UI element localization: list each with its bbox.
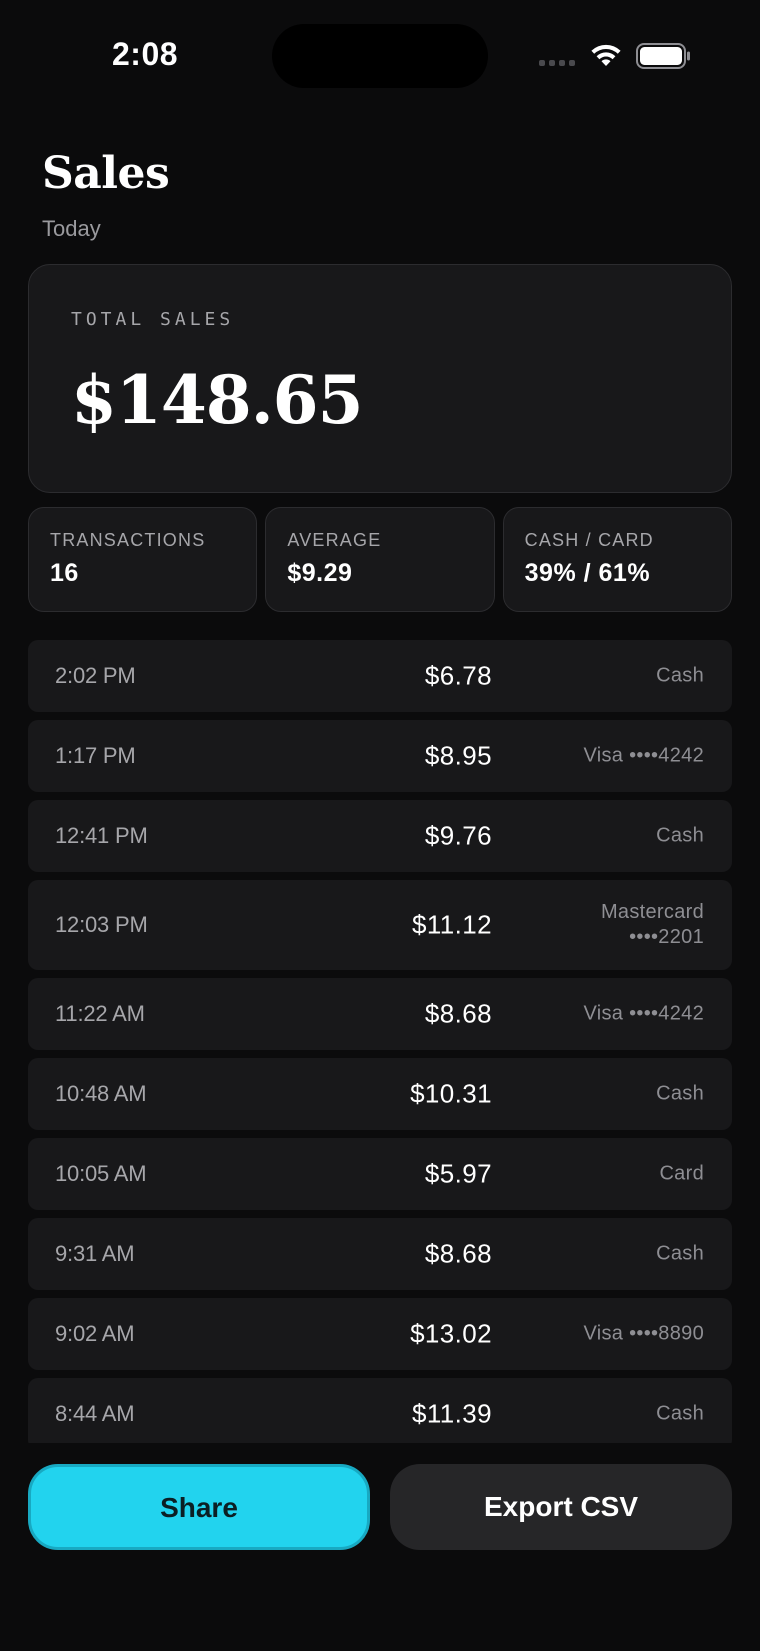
payment-method-line: Visa ••••8890 [583,1322,704,1345]
transaction-row[interactable]: 10:05 AM $5.97 Card [28,1138,732,1210]
stat-label: AVERAGE [287,530,382,550]
transaction-row[interactable]: 12:03 PM $11.12 Mastercard ••••2201 [28,880,732,970]
sales-screen: 2:08 Sales Today TOTAL SALES $148.65 TRA… [0,0,760,1651]
stat-label: TRANSACTIONS [50,530,206,550]
transaction-amount: $5.97 [424,1158,492,1189]
total-sales-card: TOTAL SALES $148.65 [28,264,732,493]
transaction-time: 2:02 PM [55,663,136,688]
transaction-amount: $6.78 [424,660,492,691]
stat-label: CASH / CARD [524,530,654,550]
transaction-amount: $11.39 [412,1398,492,1429]
transaction-time: 10:05 AM [55,1161,147,1186]
transaction-time: 12:41 PM [55,823,148,848]
stat-average: AVERAGE $9.29 [265,507,495,612]
page-subtitle: Today [42,216,101,241]
export-csv-button[interactable]: Export CSV [390,1464,732,1550]
transaction-row[interactable]: 9:02 AM $13.02 Visa ••••8890 [28,1298,732,1370]
transaction-row[interactable]: 8:44 AM $11.39 Cash [28,1378,732,1443]
total-sales-value: $148.65 [71,361,364,439]
transaction-payment-method: Visa ••••4242 [583,1002,704,1027]
payment-method-line: Cash [656,1402,704,1425]
transaction-time: 10:48 AM [55,1081,147,1106]
transaction-amount: $8.95 [424,740,492,771]
wifi-icon [591,44,621,66]
transaction-payment-method: Cash [656,824,704,849]
transaction-payment-method: Cash [656,664,704,689]
share-button[interactable]: Share [28,1464,370,1550]
transaction-payment-method: Visa ••••8890 [583,1322,704,1347]
transaction-row[interactable]: 9:31 AM $8.68 Cash [28,1218,732,1290]
payment-method-line: ••••2201 [629,926,704,948]
stat-value: 16 [50,559,79,587]
stats-row: TRANSACTIONS 16 AVERAGE $9.29 CASH / CAR… [28,507,732,612]
transaction-payment-method: Visa ••••4242 [583,744,704,769]
transaction-amount: $11.12 [412,909,492,940]
transaction-amount: $9.76 [424,820,492,851]
transaction-time: 11:22 AM [55,1001,145,1026]
payment-method-line: Cash [656,824,704,847]
stat-value: $9.29 [287,559,353,587]
cellular-signal-icon [539,60,575,66]
payment-method-line: Card [659,1162,704,1185]
transaction-time: 8:44 AM [55,1401,135,1426]
transactions-list[interactable]: 2:02 PM $6.78 Cash 1:17 PM $8.95 Visa ••••424… [28,640,732,1443]
transaction-payment-method: Cash [656,1082,704,1107]
transaction-time: 1:17 PM [55,743,136,768]
bottom-action-bar: Share Export CSV [0,1443,760,1651]
transaction-row[interactable]: 11:22 AM $8.68 Visa ••••4242 [28,978,732,1050]
battery-icon [636,43,690,69]
transaction-payment-method: Mastercard ••••2201 [601,900,704,950]
stat-transactions: TRANSACTIONS 16 [28,507,258,612]
transaction-payment-method: Cash [656,1402,704,1427]
payment-method-line: Cash [656,1082,704,1105]
transaction-amount: $8.68 [424,998,492,1029]
transaction-amount: $10.31 [410,1078,492,1109]
transaction-time: 9:31 AM [55,1241,135,1266]
transaction-payment-method: Cash [656,1242,704,1267]
transaction-row[interactable]: 10:48 AM $10.31 Cash [28,1058,732,1130]
stat-value: 39% / 61% [524,559,651,587]
dynamic-island [272,24,488,88]
payment-method-line: Visa ••••4242 [583,1002,704,1025]
transaction-row[interactable]: 2:02 PM $6.78 Cash [28,640,732,712]
transaction-time: 12:03 PM [55,912,148,937]
stat-cash-card: CASH / CARD 39% / 61% [502,507,732,612]
total-sales-label: TOTAL SALES [71,309,235,330]
payment-method-line: Visa ••••4242 [583,744,704,767]
transaction-payment-method: Card [659,1162,704,1187]
transaction-row[interactable]: 12:41 PM $9.76 Cash [28,800,732,872]
status-time: 2:08 [112,36,179,72]
transaction-time: 9:02 AM [55,1321,135,1346]
payment-method-line: Mastercard [600,901,704,923]
page-title: Sales [42,148,170,199]
payment-method-line: Cash [656,664,704,687]
transaction-amount: $13.02 [410,1318,492,1349]
payment-method-line: Cash [656,1242,704,1265]
transaction-row[interactable]: 1:17 PM $8.95 Visa ••••4242 [28,720,732,792]
transaction-amount: $8.68 [424,1238,492,1269]
status-bar: 2:08 [0,0,760,110]
